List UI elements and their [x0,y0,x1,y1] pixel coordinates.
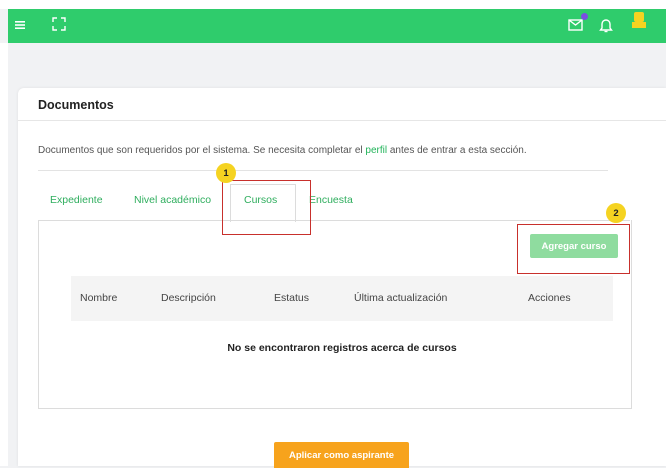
notification-dot [581,13,588,20]
empty-table-message: No se encontraron registros acerca de cu… [227,342,457,354]
menu-icon[interactable] [14,18,26,36]
profile-link[interactable]: perfil [365,145,387,156]
card-title: Documentos [38,98,114,112]
bell-icon[interactable] [599,17,613,38]
mail-icon[interactable] [568,18,584,37]
description-text: Documentos que son requeridos por el sis… [38,145,366,156]
column-header-acciones: Acciones [528,292,571,304]
highlight-box-add-course [517,224,630,274]
column-header-descripcion: Descripción [161,292,216,304]
description-text-end: antes de entrar a esta sección. [387,145,527,156]
top-navbar [8,9,666,43]
tab-expediente[interactable]: Expediente [50,194,103,206]
tab-nivel-academico[interactable]: Nivel académico [134,194,211,206]
column-header-ultima-actualizacion: Última actualización [354,292,448,304]
user-avatar[interactable] [631,9,647,39]
apply-as-applicant-button[interactable]: Aplicar como aspirante [274,442,409,468]
fullscreen-icon[interactable] [52,17,66,36]
tab-encuesta[interactable]: Encuesta [309,194,353,206]
documents-card: Documentos Documentos que son requeridos… [18,88,666,468]
window-top-edge [0,0,666,9]
step-badge-1: 1 [216,163,236,183]
left-sidebar-edge [0,43,8,466]
card-description: Documentos que son requeridos por el sis… [38,145,527,156]
column-header-nombre: Nombre [80,292,118,304]
card-header-divider [18,120,666,121]
step-badge-2: 2 [606,203,626,223]
column-header-estatus: Estatus [274,292,310,304]
description-divider [38,170,608,171]
highlight-box-cursos-tab [222,180,311,235]
table-header: Nombre Descripción Estatus Última actual… [71,276,613,321]
